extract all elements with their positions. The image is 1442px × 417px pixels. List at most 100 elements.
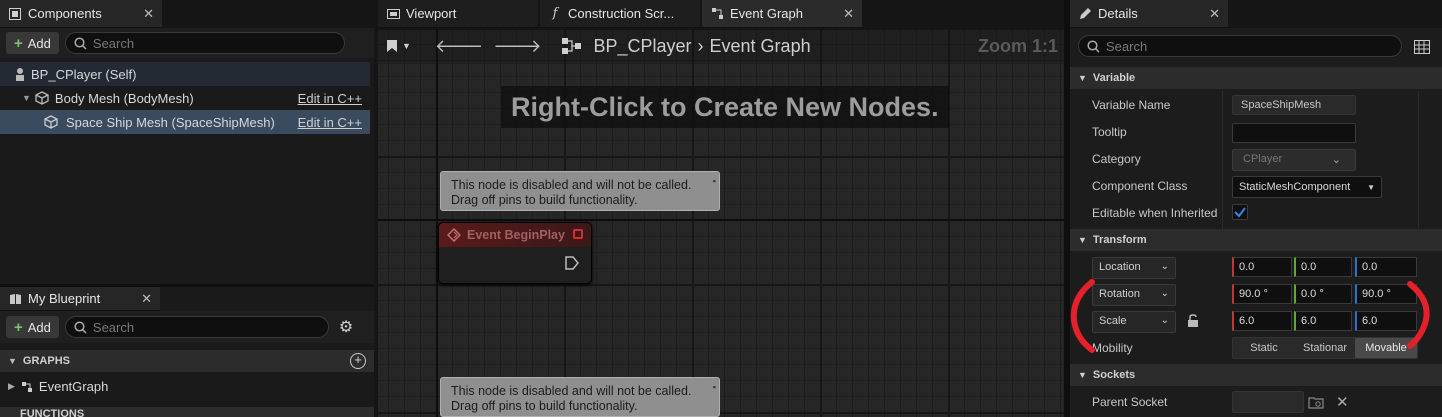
- add-member-button[interactable]: + Add: [6, 316, 59, 338]
- my-blueprint-toolbar: + Add Search ⚙: [0, 311, 374, 343]
- tab-event-graph[interactable]: Event Graph ✕: [702, 0, 862, 28]
- components-search-input[interactable]: Search: [64, 32, 345, 54]
- location-x-field[interactable]: 0.0: [1232, 257, 1292, 277]
- graph-origin-line-v: [436, 28, 438, 417]
- close-icon[interactable]: ✕: [141, 291, 152, 307]
- search-icon: [74, 320, 87, 334]
- parent-socket-field[interactable]: [1232, 391, 1304, 413]
- pin-icon[interactable]: ▪: [713, 174, 716, 189]
- search-placeholder: Search: [92, 319, 135, 335]
- pencil-icon: [1078, 7, 1092, 21]
- gear-icon[interactable]: ⚙: [339, 317, 353, 337]
- back-arrow-icon[interactable]: 🡐: [435, 36, 483, 57]
- close-icon[interactable]: ✕: [1209, 6, 1220, 22]
- viewport-icon: [386, 7, 400, 21]
- functions-section-header[interactable]: FUNCTIONS: [0, 407, 374, 417]
- close-icon[interactable]: ✕: [843, 6, 854, 22]
- tooltip-field[interactable]: [1232, 123, 1356, 143]
- pin-icon[interactable]: ▪: [713, 380, 716, 395]
- variable-name-field[interactable]: SpaceShipMesh: [1232, 95, 1356, 115]
- forward-arrow-icon[interactable]: 🡒: [493, 36, 541, 57]
- components-toolbar: + Add Search: [0, 28, 374, 58]
- tree-item-self[interactable]: BP_CPlayer (Self): [0, 62, 370, 86]
- browse-socket-icon[interactable]: [1308, 395, 1324, 409]
- search-icon: [1087, 39, 1100, 53]
- chevron-down-icon: ⌄: [1331, 154, 1341, 166]
- tab-viewport[interactable]: Viewport: [378, 0, 538, 28]
- breadcrumb-blueprint[interactable]: BP_CPlayer: [593, 36, 691, 57]
- my-blueprint-search-input[interactable]: Search: [64, 316, 329, 338]
- graphs-section-header[interactable]: ▼ GRAPHS +: [0, 350, 374, 372]
- location-y-field[interactable]: 0.0: [1294, 257, 1352, 277]
- expand-arrow-icon: ▶: [8, 381, 15, 391]
- category-dropdown[interactable]: CPlayer ⌄: [1232, 149, 1356, 171]
- graph-item-eventgraph[interactable]: ▶ EventGraph: [8, 379, 108, 394]
- search-box[interactable]: Search: [1078, 35, 1402, 57]
- component-tree: BP_CPlayer (Self) ▼ Body Mesh (BodyMesh)…: [0, 62, 374, 142]
- exec-pin-icon[interactable]: [565, 256, 579, 270]
- breadcrumb-separator-icon: ›: [697, 35, 704, 56]
- add-graph-icon[interactable]: +: [350, 353, 366, 369]
- variable-section-header[interactable]: ▼ Variable: [1070, 67, 1442, 89]
- static-mesh-icon: [44, 115, 58, 129]
- breadcrumb-graph[interactable]: Event Graph: [710, 36, 811, 57]
- note-line-2: Drag off pins to build functionality.: [451, 399, 638, 413]
- location-z-field[interactable]: 0.0: [1355, 257, 1417, 277]
- add-component-button[interactable]: + Add: [6, 32, 59, 54]
- bookmark-dropdown[interactable]: ▼: [386, 39, 411, 53]
- components-tab-label: Components: [28, 6, 102, 21]
- event-graph-canvas[interactable]: ▼ 🡐 🡒 BP_CPlayer › Event Graph Zoom 1:1 …: [378, 28, 1064, 417]
- component-class-dropdown[interactable]: StaticMeshComponent ▼: [1232, 176, 1382, 198]
- event-diamond-icon: [447, 228, 461, 242]
- collapse-arrow-icon: ▼: [1078, 370, 1087, 380]
- location-label: Location: [1099, 261, 1141, 273]
- edit-in-cpp-link[interactable]: Edit in C++: [298, 115, 362, 130]
- note-line-1: This node is disabled and will not be ca…: [451, 178, 692, 192]
- red-annotation-marks: [1070, 279, 1430, 353]
- expand-arrow-icon[interactable]: ▼: [22, 93, 31, 103]
- details-tab[interactable]: Details ✕: [1070, 0, 1228, 28]
- graph-toolbar: ▼ 🡐 🡒 BP_CPlayer › Event Graph Zoom 1:1: [378, 28, 1064, 64]
- clear-socket-icon[interactable]: ✕: [1336, 393, 1349, 411]
- tree-item-bodymesh[interactable]: ▼ Body Mesh (BodyMesh) Edit in C++: [0, 86, 370, 110]
- variable-properties: Variable Name SpaceShipMesh Tooltip Cate…: [1070, 91, 1442, 225]
- plus-icon: +: [14, 318, 23, 336]
- graph-item-label: EventGraph: [38, 379, 109, 394]
- component-class-label: Component Class: [1092, 179, 1188, 193]
- sockets-section-header[interactable]: ▼ Sockets: [1070, 364, 1442, 386]
- components-icon: [8, 7, 22, 21]
- note-line-1: This node is disabled and will not be ca…: [451, 384, 692, 398]
- collapse-arrow-icon: ▼: [1078, 73, 1087, 83]
- editable-inherited-checkbox[interactable]: [1232, 204, 1248, 220]
- event-beginplay-node[interactable]: Event BeginPlay: [438, 222, 592, 284]
- tree-item-spaceshipmesh[interactable]: Space Ship Mesh (SpaceShipMesh) Edit in …: [0, 110, 370, 134]
- create-nodes-hint: Right-Click to Create New Nodes.: [501, 86, 949, 128]
- tab-label: Construction Scr...: [568, 6, 675, 21]
- graph-hierarchy-icon: [562, 38, 582, 54]
- tree-item-label: Body Mesh (BodyMesh): [54, 90, 194, 106]
- category-value: CPlayer: [1243, 153, 1283, 165]
- collapse-arrow-icon: ▼: [8, 356, 17, 366]
- function-icon: f: [552, 6, 558, 21]
- transform-section-header[interactable]: ▼ Transform: [1070, 229, 1442, 251]
- delegate-pin-icon[interactable]: [573, 229, 583, 239]
- edit-in-cpp-link[interactable]: Edit in C++: [298, 91, 362, 106]
- column-divider[interactable]: [1222, 91, 1223, 231]
- tooltip-label: Tooltip: [1092, 125, 1127, 139]
- tab-construction-script[interactable]: f Construction Scr...: [540, 0, 700, 28]
- left-column: Components ✕ + Add Search BP_CPlayer (Se…: [0, 0, 374, 417]
- actor-icon: [16, 68, 24, 81]
- section-label: Transform: [1092, 234, 1147, 246]
- parent-socket-label: Parent Socket: [1092, 395, 1168, 409]
- checkmark-icon: [1234, 207, 1246, 218]
- chevron-down-icon: ▼: [402, 41, 411, 51]
- table-view-icon[interactable]: [1414, 40, 1430, 54]
- add-label: Add: [27, 319, 51, 335]
- components-tab[interactable]: Components ✕: [0, 0, 162, 28]
- close-icon[interactable]: ✕: [143, 6, 154, 22]
- tab-strip-filler: [1228, 0, 1442, 28]
- details-search-input[interactable]: Search: [1078, 35, 1402, 57]
- my-blueprint-panel: My Blueprint ✕ + Add Search ⚙ ▼ GRAPHS +…: [0, 287, 374, 417]
- my-blueprint-tab[interactable]: My Blueprint ✕: [0, 287, 160, 311]
- my-blueprint-tab-label: My Blueprint: [28, 291, 101, 306]
